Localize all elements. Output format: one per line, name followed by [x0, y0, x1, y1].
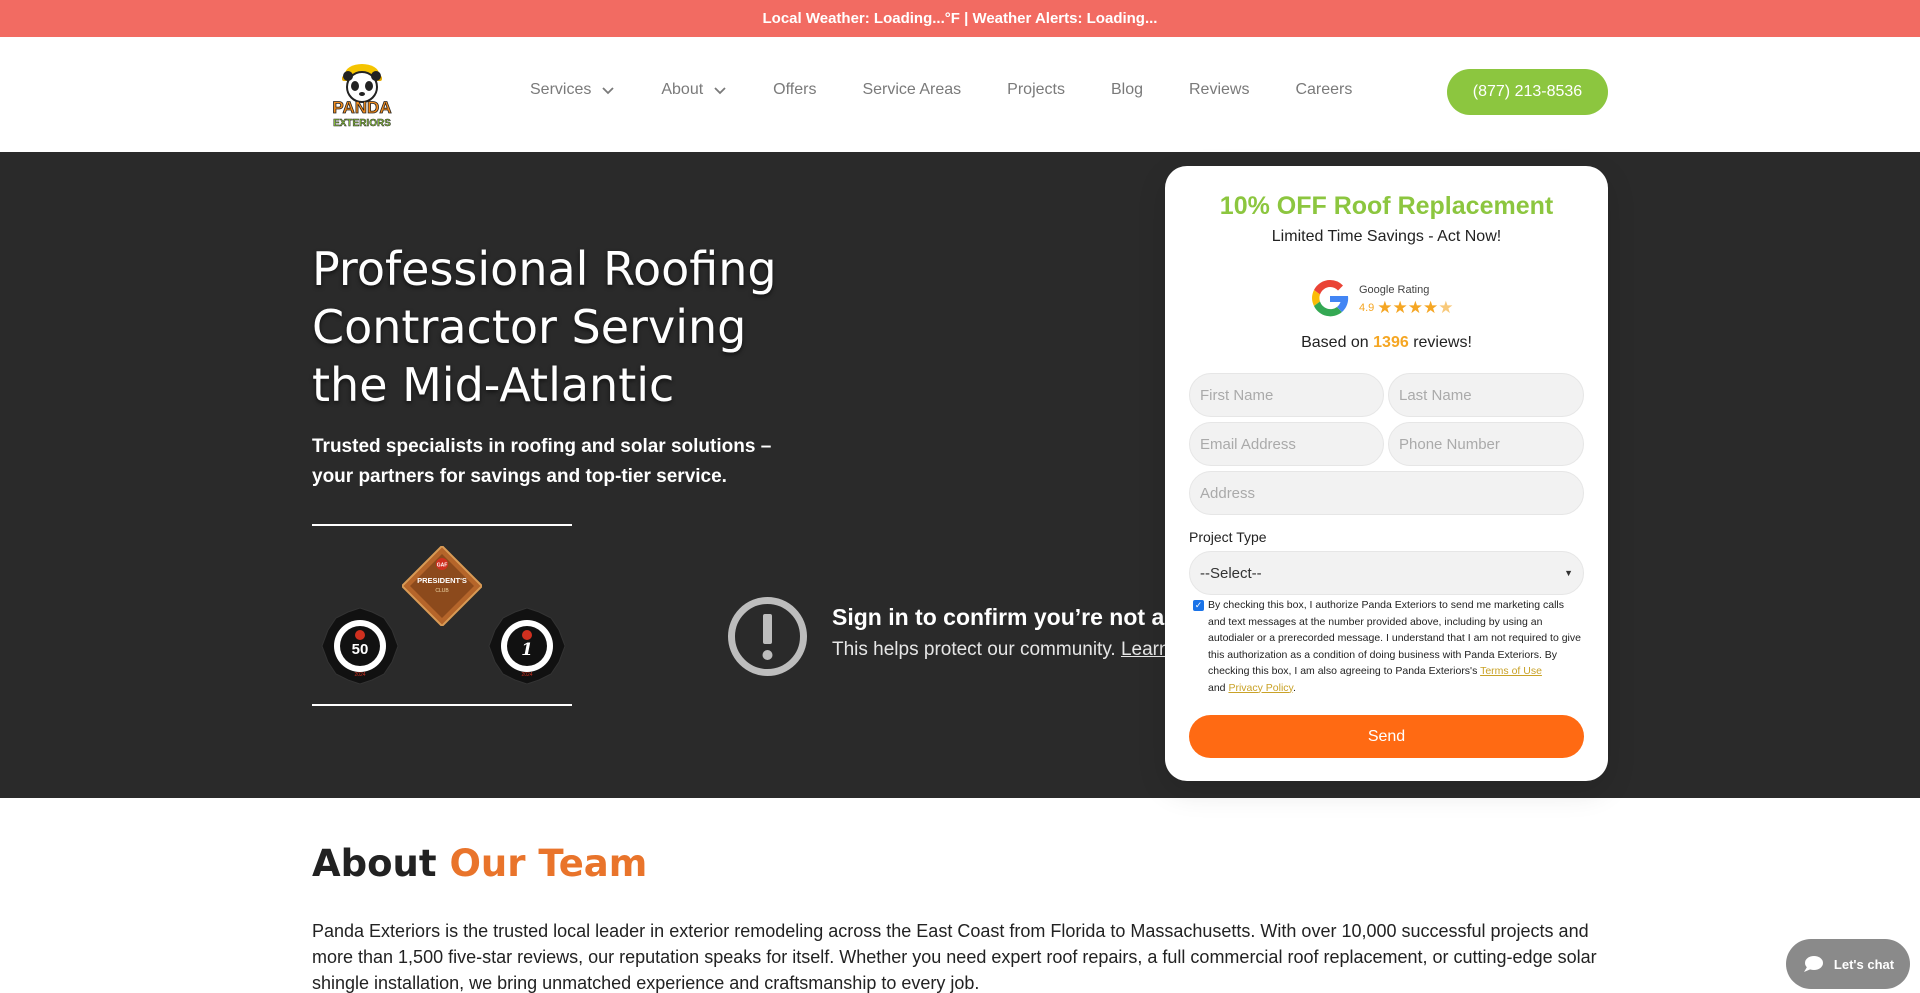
gaf-presidents-club-badge: GAF PRESIDENT'S CLUB: [400, 544, 484, 628]
first-name-input[interactable]: [1189, 373, 1384, 417]
about-body: Panda Exteriors is the trusted local lea…: [312, 921, 1597, 993]
bot-check-text: This helps protect our community. Learn …: [832, 639, 1167, 661]
phone-call-button[interactable]: (877) 213-8536: [1447, 69, 1608, 115]
bot-check-message: This helps protect our community.: [832, 639, 1116, 660]
star-icon: ★: [1377, 298, 1393, 317]
project-type-value: --Select--: [1200, 564, 1262, 582]
chevron-down-icon: [714, 87, 726, 95]
about-heading-accent: Our Team: [449, 842, 648, 885]
nav-item-services[interactable]: Services: [530, 81, 615, 99]
alert-icon: [728, 597, 807, 676]
last-name-input[interactable]: [1388, 373, 1584, 417]
about-heading-plain: About: [312, 842, 437, 885]
svg-text:PANDA: PANDA: [332, 98, 391, 117]
badge-number: 1: [521, 640, 533, 660]
caret-down-icon: ▼: [1564, 568, 1573, 578]
nav-item-reviews[interactable]: Reviews: [1189, 81, 1249, 99]
nav-label-services: Services: [530, 81, 592, 98]
main-nav: Services About Offers Service Areas Proj…: [530, 75, 1398, 105]
svg-text:EXTERIORS: EXTERIORS: [333, 118, 391, 129]
top-1-badge: 1 2024: [487, 606, 567, 686]
badge-year: 2024: [354, 672, 365, 678]
site-header: PANDA EXTERIORS Services About Offers Se…: [0, 37, 1920, 152]
top-50-badge: 50 2024: [320, 606, 400, 686]
address-input[interactable]: [1189, 471, 1584, 515]
google-rating-label: Google Rating: [1359, 284, 1430, 296]
consent-checkbox[interactable]: ✓: [1193, 600, 1204, 611]
nav-item-offers[interactable]: Offers: [773, 81, 816, 99]
based-suffix: reviews!: [1413, 334, 1472, 351]
weather-text: Local Weather: Loading...°F | Weather Al…: [762, 10, 1158, 27]
star-icon: ★: [1407, 298, 1424, 317]
review-count: 1396: [1373, 334, 1409, 351]
learn-more-link[interactable]: Learn more: [1121, 639, 1167, 660]
hero-subtitle: Trusted specialists in roofing and solar…: [312, 436, 772, 487]
badge-title: PRESIDENT'S: [417, 576, 467, 585]
nav-item-service-areas[interactable]: Service Areas: [862, 81, 961, 99]
panda-exteriors-logo[interactable]: PANDA EXTERIORS: [322, 54, 402, 130]
nav-item-careers[interactable]: Careers: [1295, 81, 1352, 99]
google-icon: [1312, 279, 1349, 317]
email-input[interactable]: [1189, 422, 1384, 466]
badge-number: 50: [352, 641, 369, 658]
based-prefix: Based on: [1301, 334, 1369, 351]
nav-label-about: About: [661, 81, 704, 98]
star-rating: 4.9 ★ ★ ★ ★ ★: [1359, 298, 1454, 318]
star-icon: ★: [1392, 298, 1408, 317]
send-button[interactable]: Send: [1189, 715, 1584, 758]
terms-of-use-link[interactable]: Terms of Use: [1480, 665, 1542, 677]
project-type-select[interactable]: --Select-- ▼: [1189, 551, 1584, 595]
bot-check-notice: Sign in to confirm you’re not a bot This…: [727, 596, 1167, 686]
nav-item-blog[interactable]: Blog: [1111, 81, 1143, 99]
badge-sub: CLUB: [435, 588, 449, 594]
hero-title: Professional Roofing Contractor Serving …: [312, 242, 777, 412]
about-heading: About Our Team: [312, 842, 647, 885]
consent-block: ✓ By checking this box, I authorize Pand…: [1193, 599, 1581, 694]
nav-item-about[interactable]: About: [661, 81, 727, 99]
privacy-policy-link[interactable]: Privacy Policy: [1228, 682, 1293, 694]
chat-button[interactable]: Let's chat: [1786, 939, 1910, 989]
badge-year: 2024: [521, 672, 532, 678]
lead-form-card: 10% OFF Roof Replacement Limited Time Sa…: [1165, 166, 1608, 781]
hero-section: Professional Roofing Contractor Serving …: [0, 152, 1920, 798]
offer-subtitle: Limited Time Savings - Act Now!: [1271, 228, 1502, 245]
offer-title: 10% OFF Roof Replacement: [1219, 192, 1554, 220]
consent-and: and: [1208, 681, 1226, 694]
phone-input[interactable]: [1388, 422, 1584, 466]
star-icon: ★: [1423, 298, 1439, 317]
project-type-label: Project Type: [1189, 529, 1267, 545]
chevron-down-icon: [602, 87, 614, 95]
badge-divider-top: [312, 524, 572, 526]
badge-brand: GAF: [437, 563, 448, 569]
half-star-icon: ★: [1438, 298, 1454, 317]
rating-value: 4.9: [1359, 302, 1375, 314]
chat-label: Let's chat: [1833, 956, 1895, 972]
bot-check-title: Sign in to confirm you’re not a bot: [832, 604, 1167, 630]
chat-bubble-icon: [1803, 956, 1823, 972]
nav-item-projects[interactable]: Projects: [1007, 81, 1065, 99]
review-count-line: Based on 1396 reviews!: [1165, 334, 1608, 352]
weather-bar: Local Weather: Loading...°F | Weather Al…: [0, 0, 1920, 37]
badge-divider-bottom: [312, 704, 572, 706]
